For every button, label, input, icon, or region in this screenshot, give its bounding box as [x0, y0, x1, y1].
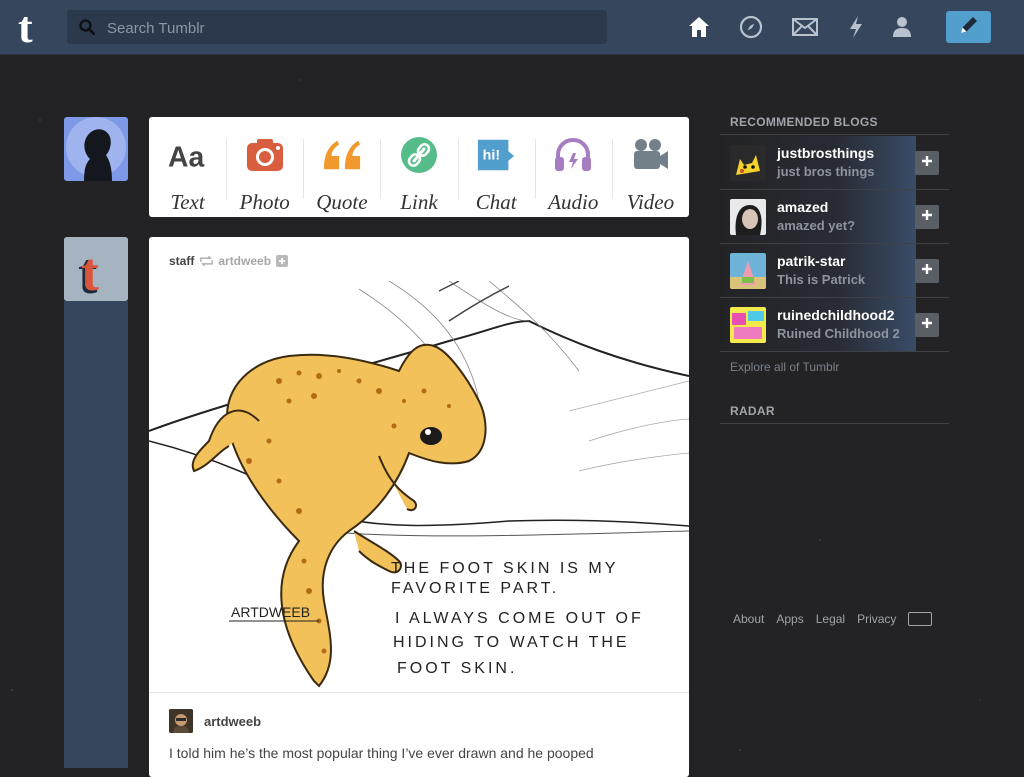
- post-type-audio[interactable]: Audio: [534, 117, 612, 217]
- search-icon: [79, 19, 96, 36]
- blog-name[interactable]: ruinedchildhood2: [777, 307, 894, 323]
- radar-heading: RADAR: [730, 404, 775, 418]
- caption-line: I ALWAYS COME OUT OF: [395, 610, 644, 627]
- post-type-bar: Aa Text Photo Quote Link hi! Chat Audio: [149, 117, 689, 217]
- account-icon[interactable]: [889, 14, 915, 40]
- caption-line: FAVORITE PART.: [391, 580, 559, 597]
- top-navbar: t: [0, 0, 1024, 55]
- follow-button[interactable]: [915, 313, 939, 337]
- svg-text:hi!: hi!: [483, 148, 500, 164]
- post-type-label: Chat: [475, 190, 517, 214]
- plus-icon: [921, 262, 933, 280]
- plus-icon: [921, 316, 933, 334]
- svg-text:t: t: [81, 242, 99, 301]
- reblog-icon: [199, 255, 214, 267]
- blog-subtitle: amazed yet?: [777, 218, 856, 233]
- footer-link-apps[interactable]: Apps: [776, 612, 803, 626]
- follow-button[interactable]: [915, 259, 939, 283]
- footer-link-privacy[interactable]: Privacy: [857, 612, 896, 626]
- svg-text:t: t: [18, 6, 33, 48]
- blog-avatar[interactable]: [730, 199, 766, 235]
- post-header: staff artdweeb: [169, 253, 289, 269]
- keyboard-shortcuts-icon[interactable]: [908, 612, 933, 626]
- explore-icon[interactable]: [738, 14, 764, 40]
- recommended-blog-item[interactable]: ruinedchildhood2 Ruined Childhood 2: [720, 298, 949, 351]
- dashboard-post: staff artdweeb ARTDWEEB THE FOOT SKIN IS…: [149, 237, 689, 777]
- post-type-label: Text: [170, 190, 205, 214]
- search-input[interactable]: [105, 10, 599, 46]
- drawing-signature: ARTDWEEB: [231, 604, 310, 620]
- post-type-label: Photo: [239, 190, 290, 214]
- post-type-text[interactable]: Aa Text: [149, 117, 226, 217]
- post-divider: [149, 692, 689, 693]
- post-type-link[interactable]: Link: [380, 117, 457, 217]
- blog-avatar[interactable]: [730, 253, 766, 289]
- compose-button[interactable]: [946, 11, 991, 43]
- mail-icon[interactable]: [792, 14, 818, 40]
- post-type-label: Video: [626, 190, 675, 214]
- post-type-photo[interactable]: Photo: [226, 117, 303, 217]
- recommended-blog-item[interactable]: amazed amazed yet?: [720, 190, 949, 243]
- chat-icon: hi!: [476, 135, 516, 175]
- caption-line: FOOT SKIN.: [397, 660, 517, 677]
- link-icon: [399, 135, 439, 175]
- caption-line: THE FOOT SKIN IS MY: [391, 560, 618, 577]
- plus-icon: [921, 154, 933, 172]
- plus-icon: [921, 208, 933, 226]
- blog-avatar[interactable]: [730, 145, 766, 181]
- text-icon: Aa: [168, 135, 208, 175]
- video-camera-icon: [630, 135, 670, 175]
- post-photo: ARTDWEEB THE FOOT SKIN IS MY FAVORITE PA…: [149, 280, 689, 693]
- post-type-video[interactable]: Video: [611, 117, 689, 217]
- blog-name[interactable]: justbrosthings: [777, 145, 874, 161]
- blog-avatar[interactable]: [730, 307, 766, 343]
- follow-button[interactable]: [915, 205, 939, 229]
- follow-button[interactable]: [915, 151, 939, 175]
- activity-icon[interactable]: [843, 14, 869, 40]
- blog-subtitle: This is Patrick: [777, 272, 866, 287]
- post-author-link[interactable]: staff: [169, 254, 194, 268]
- divider: [720, 134, 949, 135]
- quote-icon: [322, 135, 362, 175]
- reblog-author-link[interactable]: artdweeb: [204, 714, 261, 729]
- my-avatar[interactable]: [64, 117, 128, 181]
- pencil-icon: [958, 14, 980, 41]
- footer-links: About Apps Legal Privacy: [733, 612, 933, 626]
- blog-name[interactable]: amazed: [777, 199, 828, 215]
- blog-subtitle: just bros things: [777, 164, 875, 179]
- recommended-blogs-heading: RECOMMENDED BLOGS: [730, 115, 878, 129]
- artdweeb-avatar[interactable]: [169, 709, 193, 733]
- recommended-blog-item[interactable]: patrik-star This is Patrick: [720, 244, 949, 297]
- footer-link-legal[interactable]: Legal: [816, 612, 845, 626]
- home-icon[interactable]: [686, 14, 712, 40]
- footer-link-about[interactable]: About: [733, 612, 764, 626]
- follow-plus-icon[interactable]: [276, 255, 289, 267]
- explore-all-link[interactable]: Explore all of Tumblr: [730, 360, 839, 374]
- post-type-label: Quote: [316, 190, 368, 214]
- tumblr-logo[interactable]: t: [14, 3, 54, 52]
- camera-icon: [245, 135, 285, 175]
- post-type-label: Link: [400, 190, 438, 214]
- divider: [720, 423, 949, 424]
- staff-avatar[interactable]: t t: [64, 237, 128, 301]
- recommended-blog-item[interactable]: justbrosthings just bros things: [720, 136, 949, 189]
- divider: [720, 351, 949, 352]
- post-type-chat[interactable]: hi! Chat: [457, 117, 535, 217]
- headphones-icon: [553, 135, 593, 175]
- search-box: [67, 10, 607, 46]
- svg-text:Aa: Aa: [168, 142, 204, 174]
- post-body-text: I told him he’s the most popular thing I…: [169, 745, 594, 761]
- blog-name[interactable]: patrik-star: [777, 253, 845, 269]
- blog-subtitle: Ruined Childhood 2: [777, 326, 900, 341]
- post-type-quote[interactable]: Quote: [303, 117, 380, 217]
- post-type-label: Audio: [548, 190, 599, 214]
- post-rail: [64, 301, 128, 768]
- caption-line: HIDING TO WATCH THE: [393, 634, 630, 651]
- post-source-link[interactable]: artdweeb: [218, 254, 271, 268]
